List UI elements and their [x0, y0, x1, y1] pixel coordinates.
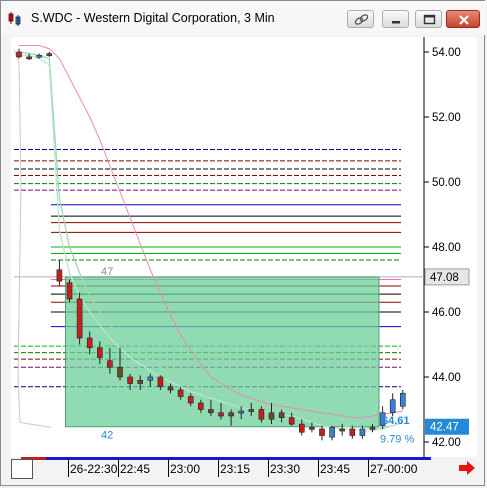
price-chart[interactable]: 47 42 54.00 52.00 50.00 48.00 46.00 44.00 42.00… [11, 37, 477, 457]
candle-body[interactable] [16, 51, 22, 58]
candle-body[interactable] [389, 399, 396, 414]
candle-body[interactable] [349, 428, 356, 436]
candle-body[interactable] [66, 282, 73, 300]
link-icon [354, 14, 369, 25]
time-axis-label: 22:45 [120, 462, 151, 476]
price-axis-label: 50.00 [432, 177, 461, 189]
corner-box[interactable] [11, 459, 33, 479]
candle-body[interactable] [319, 428, 325, 436]
time-axis-label: 23:15 [220, 462, 251, 476]
time-axis-tick [368, 459, 369, 477]
candle-body[interactable] [288, 417, 295, 425]
chart-area[interactable]: 47 42 54.00 52.00 50.00 48.00 46.00 44.00 42.00… [11, 37, 477, 457]
candle-body[interactable] [177, 389, 184, 397]
candle-body[interactable] [268, 412, 275, 420]
time-axis-label: 26-22:30 [70, 462, 118, 476]
candle-body[interactable] [198, 402, 204, 410]
app-chart-icon [8, 12, 21, 26]
candle-body[interactable] [46, 53, 53, 56]
time-scrollbar[interactable] [21, 457, 431, 460]
box-top-label: 47 [101, 266, 113, 278]
candle-body[interactable] [117, 366, 123, 378]
candle-body[interactable] [76, 298, 83, 339]
candle-body[interactable] [248, 409, 255, 412]
price-axis-label: 54.00 [432, 47, 461, 59]
link-button[interactable] [347, 10, 374, 28]
candle-body[interactable] [399, 392, 406, 407]
candle-body[interactable] [107, 360, 113, 368]
price-axis-label: 44.00 [432, 372, 461, 384]
candle-body[interactable] [137, 379, 143, 384]
scroll-right-arrow-icon[interactable] [457, 460, 477, 476]
box-bottom-label: 42 [101, 430, 113, 442]
last-price-marker-label: 42.47 [430, 422, 459, 434]
candle-body[interactable] [127, 376, 133, 384]
price-axis-label: 52.00 [432, 112, 461, 124]
current-price-marker-label: 47.08 [430, 272, 459, 284]
close-button[interactable] [446, 10, 480, 28]
price-range-box[interactable] [65, 276, 380, 428]
candle-body[interactable] [238, 410, 244, 414]
candle-body[interactable] [278, 412, 285, 418]
change-value-label: $4.61 [382, 415, 410, 427]
restore-icon [423, 14, 436, 25]
close-icon [459, 15, 469, 25]
candle-body[interactable] [309, 427, 315, 430]
candle-body[interactable] [147, 376, 154, 381]
time-axis-tick [168, 459, 169, 477]
candle-body[interactable] [228, 412, 234, 417]
candle-body[interactable] [97, 347, 103, 358]
price-axis-label: 46.00 [432, 307, 461, 319]
candle-body[interactable] [56, 269, 63, 282]
time-axis-label: 23:30 [270, 462, 301, 476]
minimize-button[interactable] [382, 10, 409, 28]
time-axis-label: 23:45 [320, 462, 351, 476]
time-axis-tick [118, 459, 119, 477]
price-axis-label: 42.00 [432, 437, 461, 449]
candle-body[interactable] [167, 386, 174, 391]
chart-window: S.WDC - Western Digital Corporation, 3 M… [0, 0, 486, 486]
candle-body[interactable] [157, 376, 164, 388]
candle-body[interactable] [208, 409, 214, 414]
time-axis-tick [68, 459, 69, 477]
time-axis-tick [318, 459, 319, 477]
candle-body[interactable] [187, 396, 194, 404]
candle-body[interactable] [86, 337, 93, 349]
time-axis-label: 23:00 [170, 462, 201, 476]
candle-body[interactable] [36, 54, 43, 58]
candle-body[interactable] [298, 423, 305, 433]
candle-body[interactable] [329, 427, 335, 438]
candle-body[interactable] [26, 56, 32, 60]
candle-body[interactable] [218, 412, 224, 417]
candle-body[interactable] [258, 409, 265, 420]
window-title: S.WDC - Western Digital Corporation, 3 M… [31, 11, 275, 25]
candle-body[interactable] [339, 428, 346, 432]
restore-button[interactable] [415, 10, 442, 28]
time-axis-label: 27-00:00 [370, 462, 418, 476]
minimize-icon [392, 21, 400, 24]
time-axis-tick [218, 459, 219, 477]
candle-body[interactable] [369, 427, 376, 430]
time-axis-tick [268, 459, 269, 477]
price-axis-label: 48.00 [432, 242, 461, 254]
candle-body[interactable] [359, 428, 366, 436]
change-percent-label: 9.79 % [380, 433, 414, 445]
title-bar[interactable]: S.WDC - Western Digital Corporation, 3 M… [1, 1, 486, 35]
